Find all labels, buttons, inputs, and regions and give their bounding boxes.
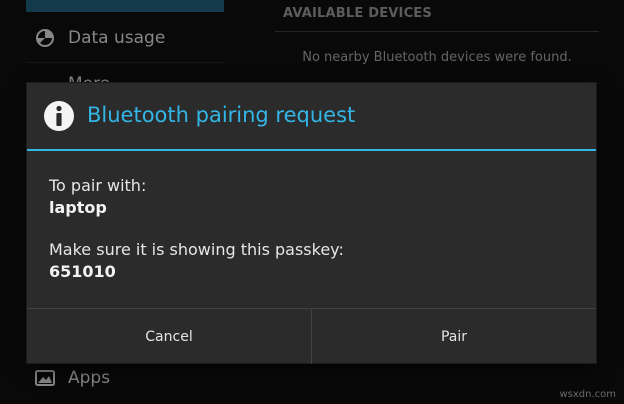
passkey-value: 651010 — [49, 262, 116, 281]
dialog-button-bar: Cancel Pair — [27, 308, 596, 364]
dialog-title: Bluetooth pairing request — [87, 103, 356, 127]
title-divider — [27, 149, 596, 151]
device-name: laptop — [49, 198, 107, 217]
settings-screen: Data usage More... Apps AVAILABLE DEVICE… — [0, 0, 624, 404]
passkey-label: Make sure it is showing this passkey: — [49, 240, 344, 259]
dialog-header: Bluetooth pairing request — [27, 83, 596, 149]
cancel-button[interactable]: Cancel — [27, 309, 311, 364]
watermark: wsxdn.com — [559, 389, 616, 400]
pair-button[interactable]: Pair — [312, 309, 596, 364]
info-icon — [43, 100, 75, 132]
bluetooth-pairing-dialog: Bluetooth pairing request To pair with: … — [27, 83, 596, 364]
pair-with-label: To pair with: — [49, 176, 147, 195]
